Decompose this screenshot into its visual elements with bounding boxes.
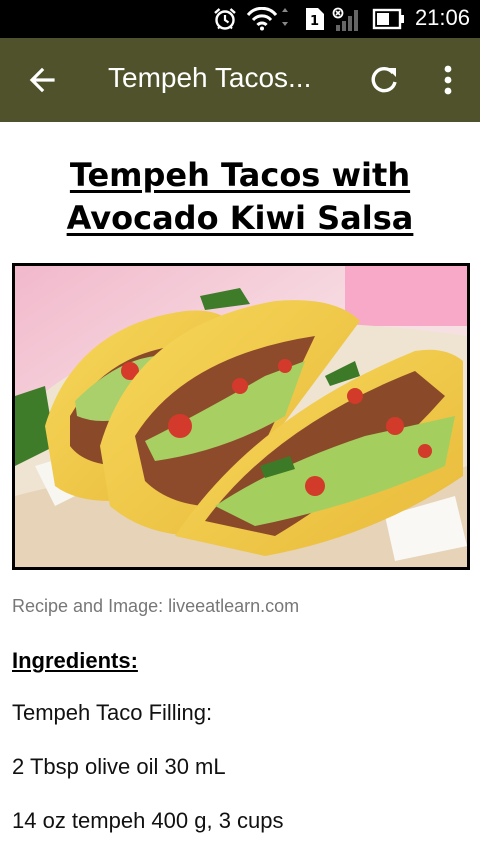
back-arrow-icon (29, 67, 55, 93)
status-bar: 1 21:06 (0, 0, 480, 38)
ingredients-heading: Ingredients: (12, 648, 138, 673)
back-button[interactable] (24, 60, 64, 100)
recipe-title-line-2: Avocado Kiwi Salsa (66, 199, 414, 237)
more-vert-icon (444, 65, 452, 95)
recipe-title-line-1: Tempeh Tacos with (69, 156, 411, 194)
battery-icon (372, 8, 404, 30)
app-bar: Tempeh Tacos... (0, 38, 480, 122)
page-title: Tempeh Tacos... (108, 62, 312, 93)
ingredient-line: 2 Tbsp olive oil 30 mL (12, 754, 226, 779)
refresh-icon (371, 66, 397, 93)
sim-number: 1 (310, 14, 319, 29)
more-options-button[interactable] (428, 60, 468, 100)
recipe-title: Tempeh Tacos with Avocado Kiwi Salsa (0, 154, 480, 240)
signal-icon (332, 7, 358, 31)
recipe-content[interactable]: Tempeh Tacos with Avocado Kiwi Salsa Rec… (0, 122, 480, 854)
alarm-icon (214, 8, 236, 30)
wifi-icon (246, 7, 288, 31)
ingredient-line: Tempeh Taco Filling: (12, 700, 213, 725)
clock: 21:06 (414, 5, 470, 30)
refresh-button[interactable] (364, 60, 404, 100)
sim-icon: 1 (306, 8, 324, 30)
tacos-illustration (15, 266, 467, 567)
image-credit: Recipe and Image: liveeatlearn.com (12, 596, 300, 616)
ingredient-line: 14 oz tempeh 400 g, 3 cups (12, 808, 284, 833)
recipe-photo (12, 263, 470, 570)
